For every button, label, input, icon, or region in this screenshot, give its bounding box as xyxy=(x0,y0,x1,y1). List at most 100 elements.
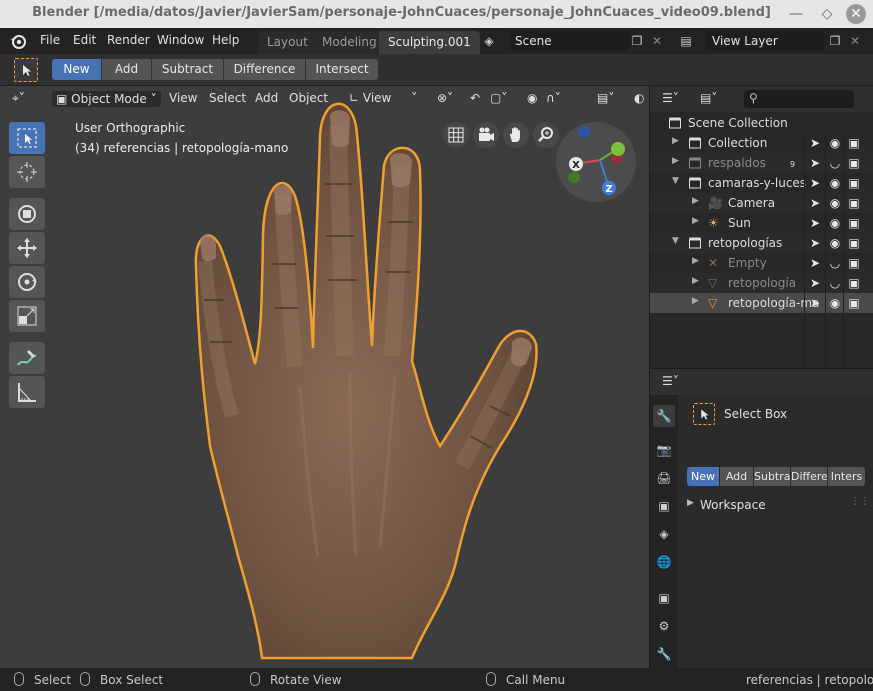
drag-handle-icon[interactable]: ⋮⋮ xyxy=(850,496,870,507)
eye-closed-icon[interactable]: ◡ xyxy=(828,156,842,170)
viewlayer-browse-icon[interactable]: ▤ xyxy=(677,32,695,50)
outliner-scene-collection[interactable]: Scene Collection xyxy=(650,113,873,133)
render-toggle-icon[interactable]: ▣ xyxy=(847,176,861,190)
chevron-right-icon[interactable]: ▶ xyxy=(672,156,679,166)
chevron-right-icon[interactable]: ▶ xyxy=(692,256,699,266)
chevron-down-icon[interactable]: ▼ xyxy=(672,176,679,186)
menu-file[interactable]: File xyxy=(40,33,60,47)
eye-icon[interactable]: ◉ xyxy=(828,196,842,210)
mode-new-button[interactable]: New xyxy=(52,59,102,80)
outliner-row-label: Camera xyxy=(728,196,776,210)
render-toggle-icon[interactable]: ▣ xyxy=(847,296,861,310)
outliner-row[interactable]: ▼ camaras-y-luces ➤ ◉ ▣ xyxy=(650,173,873,193)
select-toggle-icon[interactable]: ➤ xyxy=(808,176,822,190)
outliner-row[interactable]: ▶ ☀ Sun ➤ ◉ ▣ xyxy=(650,213,873,233)
chevron-down-icon[interactable]: ▼ xyxy=(672,236,679,246)
select-toggle-icon[interactable]: ➤ xyxy=(808,216,822,230)
eye-icon[interactable]: ◉ xyxy=(828,296,842,310)
maximize-icon[interactable]: ◇ xyxy=(817,4,837,24)
select-box-tool-icon[interactable] xyxy=(14,58,38,82)
render-toggle-icon[interactable]: ▣ xyxy=(847,276,861,290)
props-mode-new-button[interactable]: New xyxy=(687,467,720,486)
eye-icon[interactable]: ◉ xyxy=(828,216,842,230)
menu-window[interactable]: Window xyxy=(157,33,204,47)
tab-view-layer-icon[interactable]: ▣ xyxy=(653,495,675,517)
tab-object-icon[interactable]: ▣ xyxy=(653,587,675,609)
select-toggle-icon[interactable]: ➤ xyxy=(808,296,822,310)
minimize-icon[interactable]: — xyxy=(786,4,806,24)
outliner-row[interactable]: ▶ respaldos 9 ➤ ◡ ▣ xyxy=(650,153,873,173)
outliner-row[interactable]: ▶ Collection ➤ ◉ ▣ xyxy=(650,133,873,153)
outliner-search-input[interactable]: ⚲ xyxy=(744,90,854,108)
blender-logo-icon[interactable] xyxy=(8,32,28,50)
tab-render-icon[interactable]: 📷 xyxy=(653,439,675,461)
tab-world-icon[interactable]: 🌐 xyxy=(653,551,675,573)
status-bar: Select Box Select Rotate View Call Menu … xyxy=(0,668,873,691)
3d-viewport[interactable]: ⌖˅ ▣ Object Mode ˅ View Select Add Objec… xyxy=(0,86,649,668)
tab-modifiers-icon[interactable]: ⚙ xyxy=(653,615,675,637)
chevron-right-icon[interactable]: ▶ xyxy=(692,196,699,206)
select-toggle-icon[interactable]: ➤ xyxy=(808,236,822,250)
close-icon[interactable]: ✕ xyxy=(846,4,866,24)
eye-closed-icon[interactable]: ◡ xyxy=(828,276,842,290)
camera-icon: 🎥 xyxy=(708,196,723,210)
eye-icon[interactable]: ◉ xyxy=(828,136,842,150)
mode-add-button[interactable]: Add xyxy=(102,59,152,80)
outliner-row[interactable]: ▶ ▽ retopología-ma ➤ ◉ ▣ xyxy=(650,293,873,313)
scene-remove-icon[interactable]: ✕ xyxy=(648,32,666,50)
outliner-row[interactable]: ▼ retopologías ➤ ◉ ▣ xyxy=(650,233,873,253)
chevron-right-icon[interactable]: ▶ xyxy=(692,216,699,226)
view-layer-field[interactable]: View Layer xyxy=(706,31,824,51)
scene-new-icon[interactable]: ❐ xyxy=(628,32,646,50)
props-mode-add-button[interactable]: Add xyxy=(720,467,754,486)
render-toggle-icon[interactable]: ▣ xyxy=(847,256,861,270)
select-toggle-icon[interactable]: ➤ xyxy=(808,276,822,290)
mouse-left-icon xyxy=(14,672,24,686)
chevron-right-icon[interactable]: ▶ xyxy=(692,276,699,286)
tab-modeling[interactable]: Modeling xyxy=(313,31,386,54)
render-toggle-icon[interactable]: ▣ xyxy=(847,236,861,250)
scene-name-field[interactable]: Scene xyxy=(509,31,629,51)
select-toggle-icon[interactable]: ➤ xyxy=(808,196,822,210)
eye-icon[interactable]: ◉ xyxy=(828,176,842,190)
tab-sculpting[interactable]: Sculpting.001 xyxy=(379,31,480,54)
scene-browse-icon[interactable]: ◈ xyxy=(480,32,498,50)
menu-help[interactable]: Help xyxy=(212,33,239,47)
select-toggle-icon[interactable]: ➤ xyxy=(808,136,822,150)
tab-scene-icon[interactable]: ◈ xyxy=(653,523,675,545)
hand-mesh-object[interactable] xyxy=(0,86,649,668)
mode-subtract-button[interactable]: Subtract xyxy=(152,59,224,80)
chevron-right-icon: ▶ xyxy=(687,498,694,508)
chevron-right-icon[interactable]: ▶ xyxy=(672,136,679,146)
viewlayer-remove-icon[interactable]: ✕ xyxy=(846,32,864,50)
tab-physics-icon[interactable]: 🔧 xyxy=(653,643,675,665)
workspace-panel-header[interactable]: ▶ Workspace ⋮⋮ xyxy=(679,493,873,517)
props-mode-intersect-button[interactable]: Inters xyxy=(828,467,865,486)
active-tool-name: Select Box xyxy=(724,407,788,421)
menu-render[interactable]: Render xyxy=(107,33,150,47)
tab-layout[interactable]: Layout xyxy=(258,31,317,54)
outliner-display-mode-icon[interactable]: ▤˅ xyxy=(700,91,717,105)
menu-edit[interactable]: Edit xyxy=(73,33,96,47)
select-toggle-icon[interactable]: ➤ xyxy=(808,156,822,170)
chevron-right-icon[interactable]: ▶ xyxy=(692,296,699,306)
render-toggle-icon[interactable]: ▣ xyxy=(847,156,861,170)
outliner-row[interactable]: ▶ 🎥 Camera ➤ ◉ ▣ xyxy=(650,193,873,213)
outliner-row[interactable]: ▶ ✕ Empty ➤ ◡ ▣ xyxy=(650,253,873,273)
tab-output-icon[interactable]: 🖨 xyxy=(653,467,675,489)
outliner-row[interactable]: ▶ ▽ retopología ➤ ◡ ▣ xyxy=(650,273,873,293)
props-mode-subtract-button[interactable]: Subtra xyxy=(754,467,791,486)
viewlayer-new-icon[interactable]: ❐ xyxy=(826,32,844,50)
tab-tool-properties-icon[interactable]: 🔧 xyxy=(653,405,675,427)
mode-difference-button[interactable]: Difference xyxy=(224,59,306,80)
properties-editor-type-icon[interactable]: ☰˅ xyxy=(662,374,679,388)
eye-icon[interactable]: ◉ xyxy=(828,236,842,250)
mode-intersect-button[interactable]: Intersect xyxy=(306,59,378,80)
props-mode-difference-button[interactable]: Differe xyxy=(791,467,828,486)
eye-closed-icon[interactable]: ◡ xyxy=(828,256,842,270)
select-toggle-icon[interactable]: ➤ xyxy=(808,256,822,270)
render-toggle-icon[interactable]: ▣ xyxy=(847,216,861,230)
render-toggle-icon[interactable]: ▣ xyxy=(847,196,861,210)
outliner-editor-type-icon[interactable]: ☰˅ xyxy=(662,91,679,105)
render-toggle-icon[interactable]: ▣ xyxy=(847,136,861,150)
